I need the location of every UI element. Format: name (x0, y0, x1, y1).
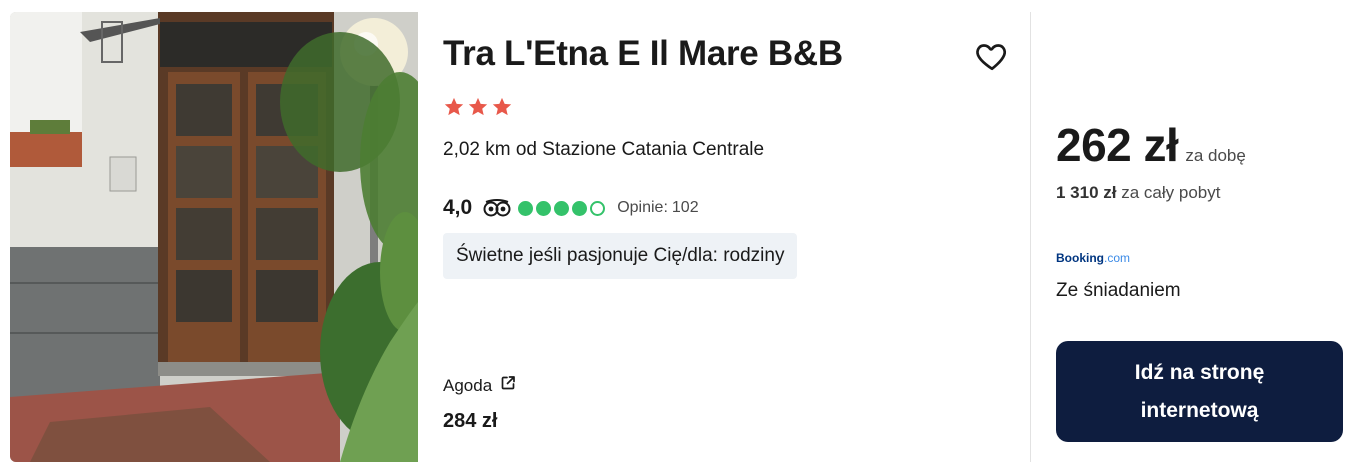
star-icon (468, 97, 488, 116)
reviews-link[interactable]: Opinie: 102 (617, 199, 698, 217)
reviews-count: 102 (671, 199, 699, 216)
alt-offer-provider-name: Agoda (443, 375, 493, 395)
rating-bubble-full (518, 200, 534, 216)
hotel-photo[interactable] (10, 12, 418, 462)
column-divider (1030, 12, 1031, 462)
rating-bubble-empty (590, 200, 606, 216)
rating-score: 4,0 (443, 196, 473, 219)
rating-bubble-full (536, 200, 552, 216)
booking-com-logo: Booking.com (1056, 251, 1130, 265)
tripadvisor-owl-icon (483, 199, 511, 217)
rating-bubble-full (572, 200, 588, 216)
booking-logo-part2: .com (1104, 251, 1131, 265)
main-price-row: 262 zł za dobę (1056, 118, 1246, 172)
hotel-entrance-photo (10, 12, 418, 462)
external-link-icon (500, 375, 516, 396)
review-rating[interactable]: 4,0 Opinie: 102 (443, 194, 699, 222)
heart-outline-icon[interactable] (974, 38, 1010, 74)
distance-text: 2,02 km od Stazione Catania Centrale (443, 139, 765, 160)
reviews-label: Opinie: (617, 199, 668, 216)
visit-website-button[interactable]: Idź na stronę internetową (1056, 341, 1343, 442)
traveler-type-tag: Świetne jeśli pasjonuje Cię/dla: rodziny (443, 233, 798, 279)
price-unit: za dobę (1185, 146, 1246, 165)
nightly-price: 262 zł (1056, 119, 1179, 171)
rating-bubble-full (554, 200, 570, 216)
star-icon (492, 97, 512, 116)
star-icon (444, 97, 464, 116)
alt-offer-price[interactable]: 284 zł (443, 410, 497, 433)
alt-offer-provider-link[interactable]: Agoda (443, 375, 516, 396)
total-amount: 1 310 zł (1056, 183, 1117, 202)
rating-bubbles (518, 200, 606, 216)
amenity-text: Ze śniadaniem (1056, 280, 1181, 301)
hotel-name[interactable]: Tra L'Etna E Il Mare B&B (443, 34, 843, 74)
total-label: za cały pobyt (1121, 183, 1221, 202)
hotel-offer-card: Tra L'Etna E Il Mare B&B 2,02 km od Staz… (0, 0, 1357, 462)
booking-logo-part1: Booking (1056, 251, 1104, 265)
total-price-row: 1 310 zł za cały pobyt (1056, 183, 1220, 203)
hotel-star-rating (443, 96, 513, 120)
